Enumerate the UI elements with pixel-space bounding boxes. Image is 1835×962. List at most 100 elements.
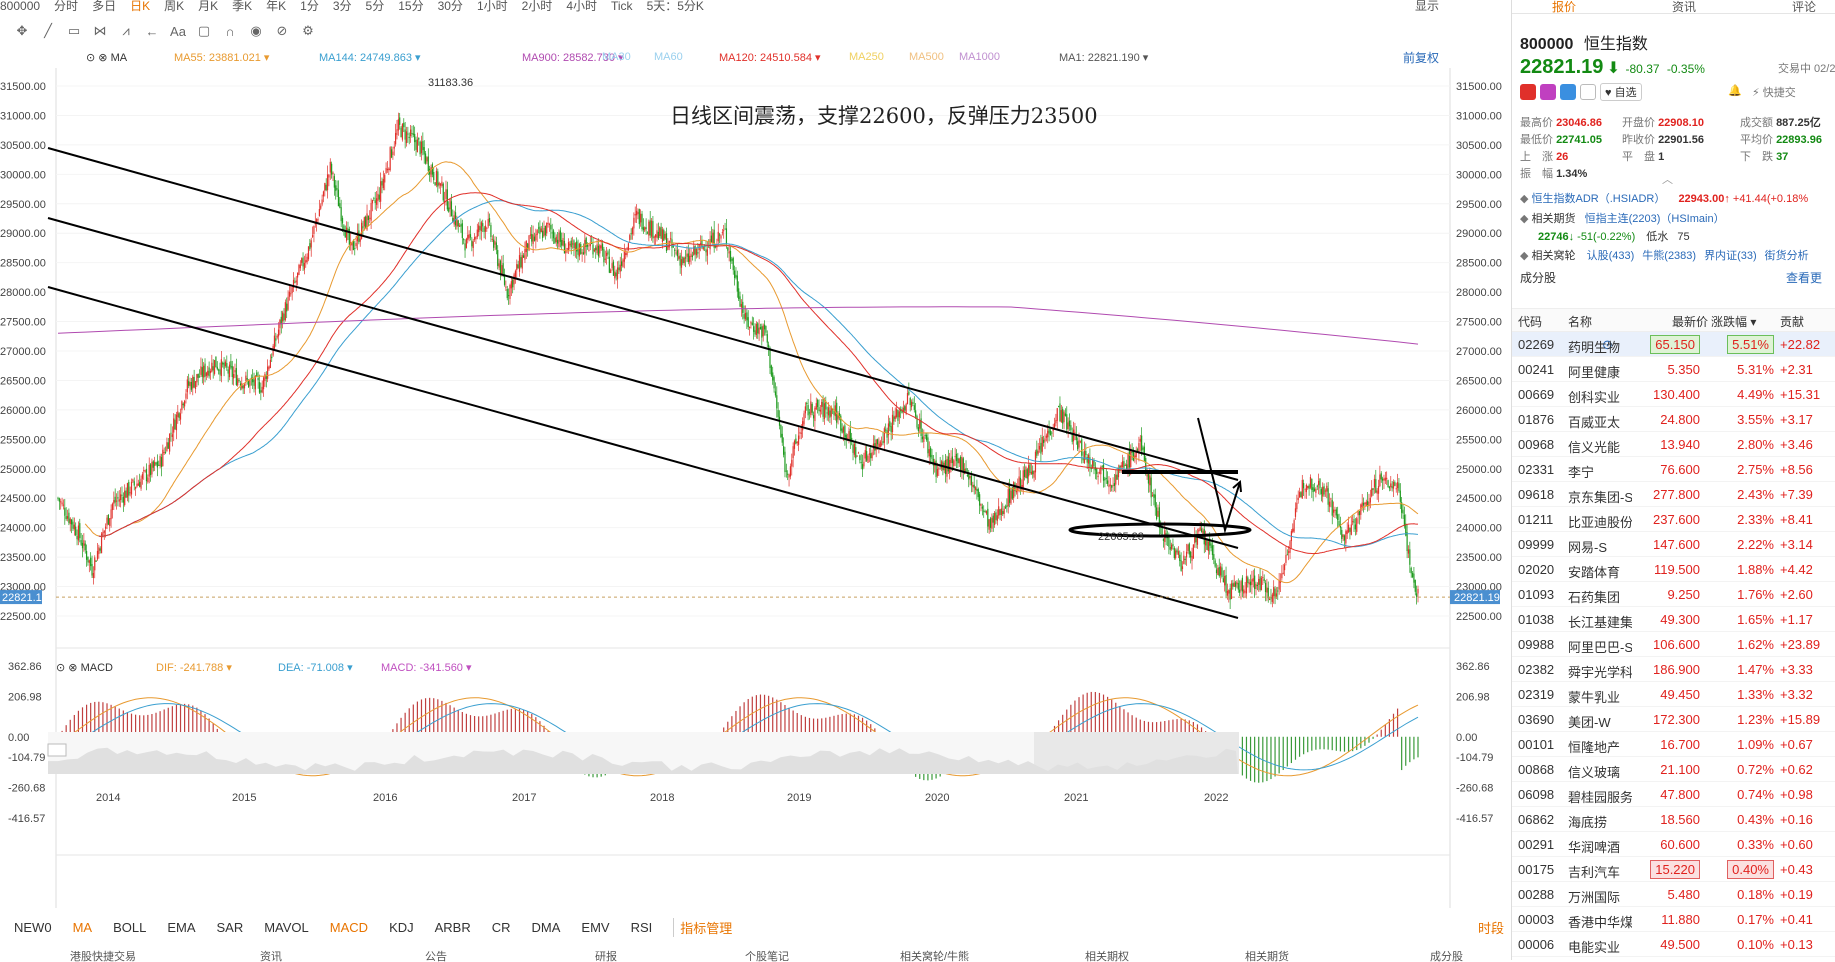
table-row[interactable]: 06862 海底捞 18.560 0.43% +0.16 (1512, 807, 1835, 832)
indicator-boll[interactable]: BOLL (113, 920, 146, 935)
ma-item-6[interactable]: MA250 (849, 51, 884, 63)
macd-item-0[interactable]: DIF: -241.788 ▾ (156, 661, 232, 674)
table-row[interactable]: 06098 碧桂园服务 47.800 0.74% +0.98 (1512, 782, 1835, 807)
comment-tool-icon[interactable]: ▢ (196, 23, 212, 39)
close-icon[interactable]: ⊙ (86, 52, 95, 64)
adjust-button[interactable]: 前复权 (1403, 49, 1439, 66)
period-10[interactable]: 5分 (366, 0, 385, 13)
table-row[interactable]: 00003 香港中华煤气 11.880 0.17% +0.41 (1512, 907, 1835, 932)
period-12[interactable]: 30分 (438, 0, 463, 13)
period-3[interactable]: 日K (130, 0, 150, 13)
tag-icon[interactable] (1560, 84, 1576, 100)
indicator-sar[interactable]: SAR (216, 920, 243, 935)
macd-item-2[interactable]: MACD: -341.560 ▾ (381, 661, 472, 674)
crosshair-icon[interactable]: ✥ (14, 23, 30, 39)
tab-comments[interactable]: 评论 (1792, 0, 1816, 15)
indicator-mavol[interactable]: MAVOL (264, 920, 309, 935)
table-row[interactable]: 01093 石药集团 9.250 1.76% +2.60 (1512, 582, 1835, 607)
table-row[interactable]: 01876 百威亚太 24.800 3.55% +3.17 (1512, 407, 1835, 432)
quick-trade-button[interactable]: ⚡ 快捷交 (1752, 84, 1796, 100)
table-row[interactable]: 09999 网易-S 147.600 2.22% +3.14 (1512, 532, 1835, 557)
indicator-dma[interactable]: DMA (532, 920, 561, 935)
table-row[interactable]: 00175 吉利汽车 15.220 0.40% +0.43 (1512, 857, 1835, 882)
indicator-arbr[interactable]: ARBR (435, 920, 471, 935)
futures-row[interactable]: ◆ 相关期货 恒指主连(2203)（HSImain） (1520, 210, 1725, 226)
indicator-ma[interactable]: MA (73, 920, 93, 935)
period-17[interactable]: 5天：5分K (647, 0, 704, 13)
ma-item-3[interactable]: MA30 (602, 51, 631, 63)
col-4[interactable]: 贡献 (1780, 313, 1804, 330)
note-icon[interactable] (1580, 84, 1596, 100)
kline-chart[interactable]: 31500.00 31500.00 31000.00 31000.00 30500.00… (0, 68, 1510, 908)
ma-item-7[interactable]: MA500 (909, 51, 944, 63)
arrow-tool-icon[interactable]: ← (144, 23, 160, 39)
table-row[interactable]: 00288 万洲国际 5.480 0.18% +0.19 (1512, 882, 1835, 907)
period-14[interactable]: 2小时 (522, 0, 553, 13)
view-more-link[interactable]: 查看更 (1786, 269, 1822, 286)
collapse-icon[interactable]: ︿ (1662, 171, 1673, 187)
fib-tool-icon[interactable]: ⋈ (92, 23, 108, 39)
indicator-emv[interactable]: EMV (581, 920, 609, 935)
indicator-macd[interactable]: MACD (330, 920, 368, 935)
table-row[interactable]: 02331 李宁 76.600 2.75% +8.56 (1512, 457, 1835, 482)
ma-item-4[interactable]: MA60 (654, 51, 683, 63)
ma-item-5[interactable]: MA120: 24510.584 ▾ (719, 51, 821, 64)
col-0[interactable]: 代码 (1518, 313, 1542, 330)
col-1[interactable]: 名称 (1568, 313, 1592, 330)
table-row[interactable]: 00241 阿里健康 5.350 5.31% +2.31 (1512, 357, 1835, 382)
table-row[interactable]: 02020 安踏体育 119.500 1.88% +4.42 (1512, 557, 1835, 582)
follow-button[interactable]: ♥ 自选 (1600, 83, 1642, 101)
magnet-icon[interactable]: ∩ (222, 23, 238, 39)
period-16[interactable]: Tick (611, 0, 633, 13)
table-row[interactable]: 00868 信义玻璃 21.100 0.72% +0.62 (1512, 757, 1835, 782)
hide-icon[interactable]: ⊗ (98, 52, 107, 64)
eye-icon[interactable]: ◉ (248, 23, 264, 39)
warrant-link-2[interactable]: 界内证(33) (1704, 250, 1757, 262)
period-4[interactable]: 周K (164, 0, 184, 13)
indicator-manager-button[interactable]: 指标管理 (673, 917, 732, 937)
delete-icon[interactable]: ⊘ (274, 23, 290, 39)
table-row[interactable]: 01038 长江基建集团 49.300 1.65% +1.17 (1512, 607, 1835, 632)
period-5[interactable]: 月K (198, 0, 218, 13)
period-7[interactable]: 年K (266, 0, 286, 13)
tab-quote[interactable]: 报价 (1552, 0, 1576, 15)
warrant-link-1[interactable]: 牛熊(2383) (1642, 250, 1696, 262)
table-row[interactable]: 00968 信义光能 13.940 2.80% +3.46 (1512, 432, 1835, 457)
close-icon[interactable]: ⊙ (56, 662, 65, 674)
line-tool-icon[interactable]: ╱ (40, 23, 56, 39)
period-15[interactable]: 4小时 (566, 0, 597, 13)
warrant-link-0[interactable]: 认股(433) (1587, 250, 1635, 262)
indicator-ema[interactable]: EMA (167, 920, 195, 935)
period-9[interactable]: 3分 (333, 0, 352, 13)
table-row[interactable]: 00101 恒隆地产 16.700 1.09% +0.67 (1512, 732, 1835, 757)
time-range-button[interactable]: 时段 (1478, 918, 1504, 937)
adr-row[interactable]: ◆ 恒生指数ADR（.HSIADR） 22943.00↑ +41.44(+0.1… (1520, 190, 1808, 206)
ma-item-8[interactable]: MA1000 (959, 51, 1000, 63)
col-3[interactable]: 涨跌幅 ▾ (1711, 313, 1756, 330)
macd-item-1[interactable]: DEA: -71.008 ▾ (278, 661, 353, 674)
hide-icon[interactable]: ⊗ (68, 662, 77, 674)
table-row[interactable]: 03690 美团-W 172.300 1.23% +15.89 (1512, 707, 1835, 732)
text-tool-icon[interactable]: Aa (170, 23, 186, 39)
table-row[interactable]: 09988 阿里巴巴-SW 106.600 1.62% +23.89 (1512, 632, 1835, 657)
alert-icon[interactable]: 🔔 (1728, 84, 1742, 97)
ma-item-9[interactable]: MA1: 22821.190 ▾ (1059, 51, 1148, 64)
table-row[interactable]: 01211 比亚迪股份 237.600 2.33% +8.41 (1512, 507, 1835, 532)
period-11[interactable]: 15分 (398, 0, 423, 13)
table-row[interactable]: 02382 舜宇光学科技 186.900 1.47% +3.33 (1512, 657, 1835, 682)
period-6[interactable]: 季K (232, 0, 252, 13)
indicator-cr[interactable]: CR (492, 920, 511, 935)
period-8[interactable]: 1分 (300, 0, 319, 13)
display-menu[interactable]: 显示 (1415, 0, 1439, 12)
table-row[interactable]: 02319 蒙牛乳业 49.450 1.33% +3.32 (1512, 682, 1835, 707)
settings-icon[interactable]: ⚙ (300, 23, 316, 39)
period-2[interactable]: 多日 (92, 0, 116, 13)
period-13[interactable]: 1小时 (477, 0, 508, 13)
ma-item-0[interactable]: MA55: 23881.021 ▾ (174, 51, 269, 64)
indicator-new0[interactable]: NEW0 (14, 920, 52, 935)
period-0[interactable]: 800000 (0, 0, 40, 13)
col-2[interactable]: 最新价 (1672, 313, 1708, 330)
table-row[interactable]: 00291 华润啤酒 60.600 0.33% +0.60 (1512, 832, 1835, 857)
shape-tool-icon[interactable]: ▭ (66, 23, 82, 39)
ma-item-1[interactable]: MA144: 24749.863 ▾ (319, 51, 421, 64)
